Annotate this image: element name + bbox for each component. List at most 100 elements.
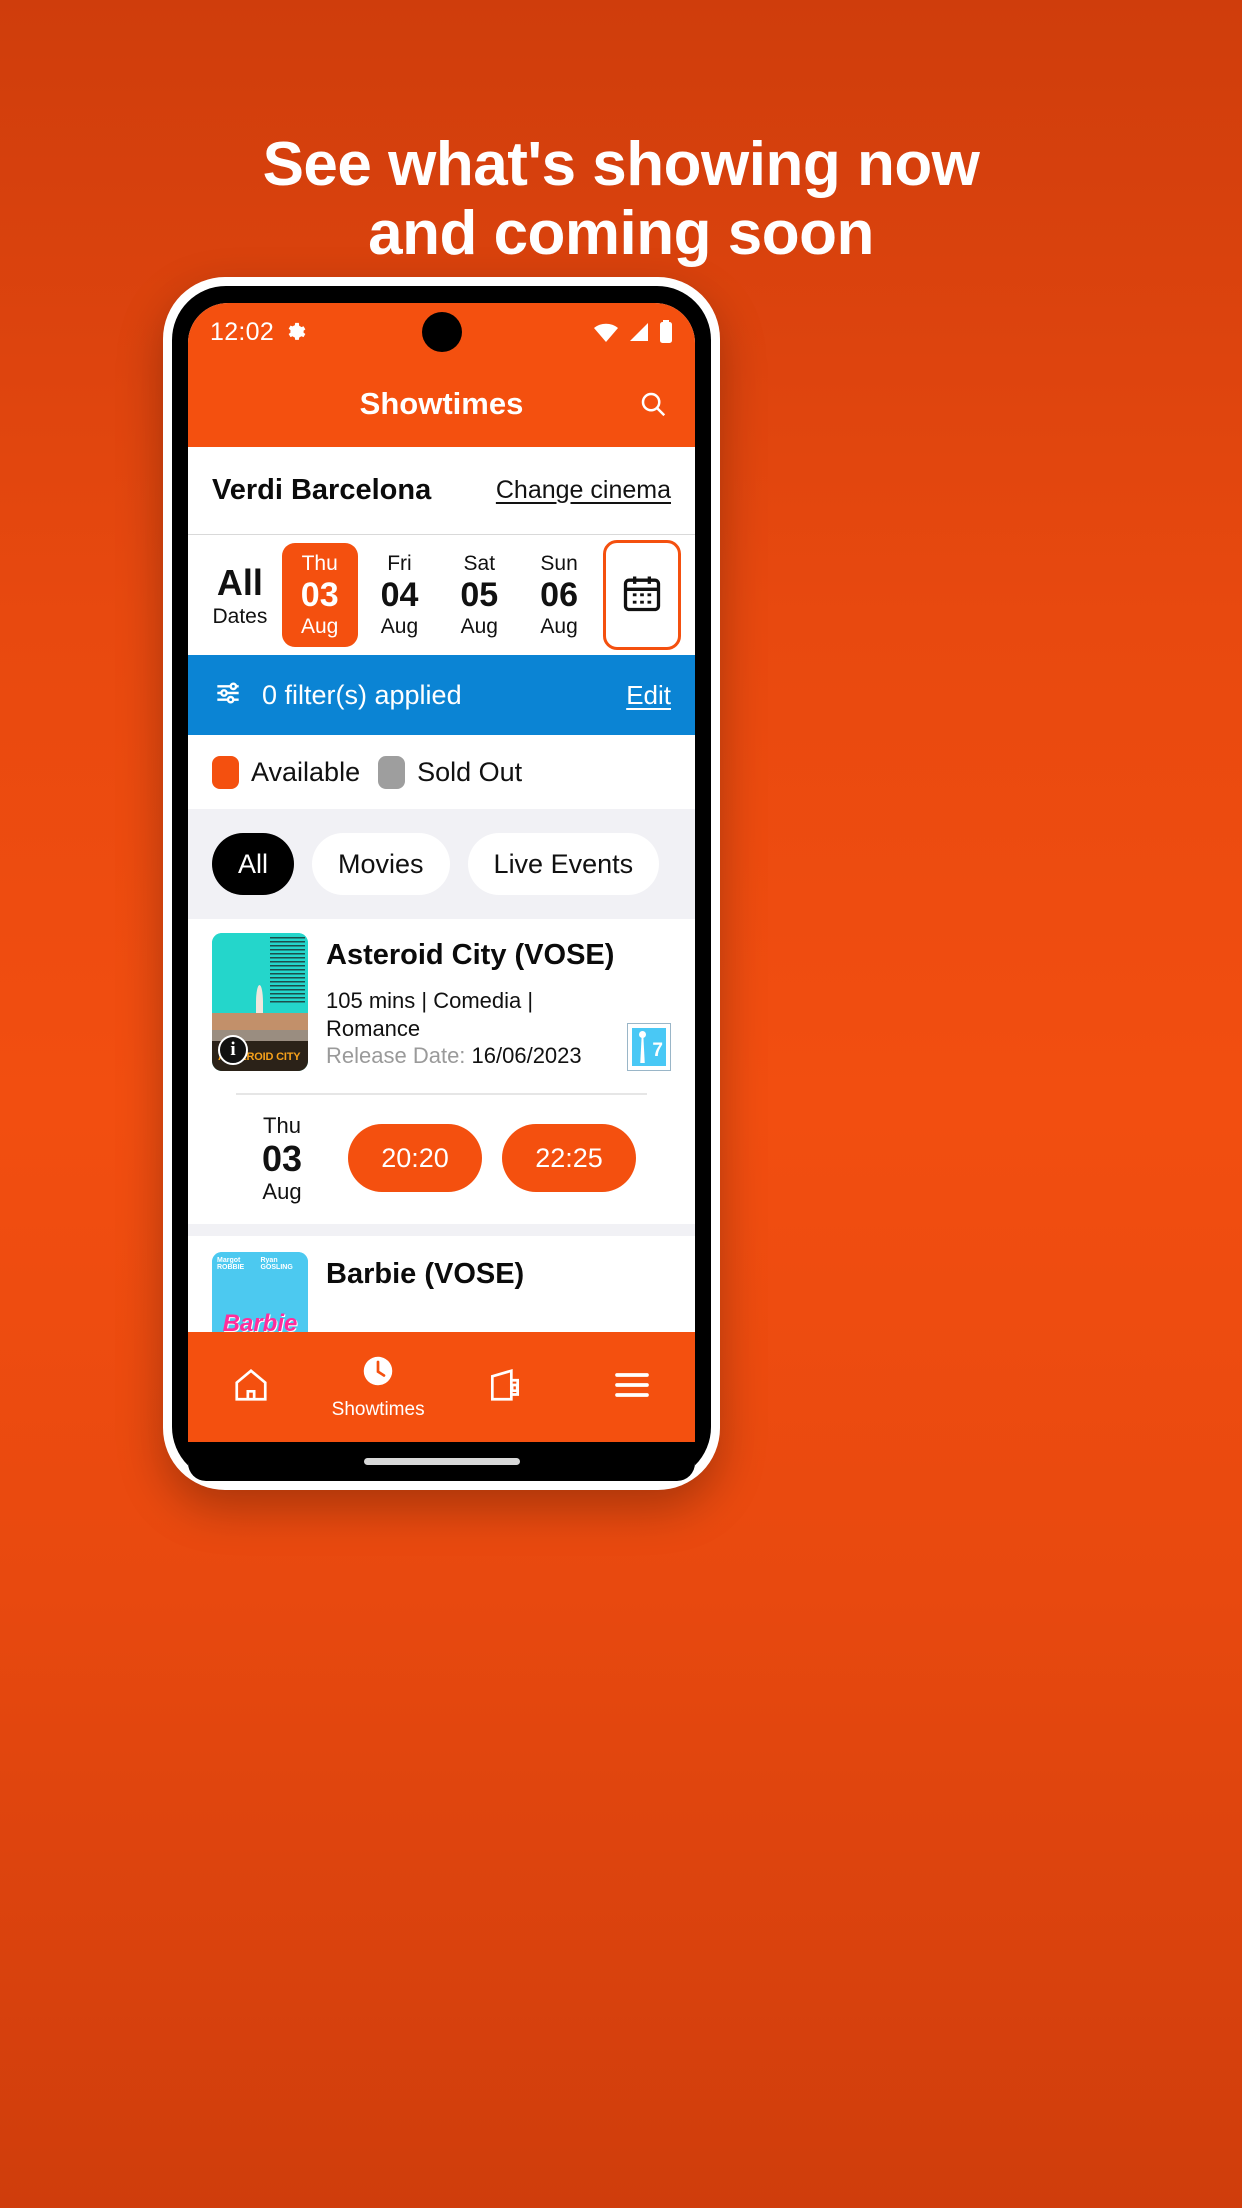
- search-icon[interactable]: [633, 384, 673, 424]
- cinema-row: Verdi Barcelona Change cinema: [188, 447, 695, 535]
- movie-title: Asteroid City (VOSE): [326, 939, 615, 971]
- date-chip-mon: Aug: [460, 615, 498, 639]
- filter-count-label: 0 filter(s) applied: [262, 679, 462, 710]
- movie-poster[interactable]: Margot ROBBIE Ryan GOSLING Barbie: [212, 1252, 308, 1333]
- date-chip-num: 05: [460, 575, 499, 614]
- showtime-pill[interactable]: 20:20: [348, 1124, 482, 1193]
- date-chip-num: 06: [540, 575, 578, 614]
- movie-meta: 105 mins | Comedia | Romance Release Dat…: [326, 987, 617, 1071]
- movie-info: Asteroid City (VOSE) 105 mins | Comedia …: [326, 933, 671, 1071]
- battery-icon: [659, 320, 673, 344]
- movie-card-barbie[interactable]: Margot ROBBIE Ryan GOSLING Barbie Barbie …: [188, 1236, 695, 1333]
- clock-icon: [360, 1353, 396, 1394]
- date-chip-dow: Fri: [387, 551, 412, 575]
- status-time: 12:02: [210, 317, 275, 346]
- sold-out-label: Sold Out: [417, 756, 523, 787]
- date-chip-dow: Sun: [540, 551, 578, 575]
- nav-item-menu[interactable]: [568, 1370, 695, 1405]
- list-separator: [188, 1224, 695, 1237]
- status-bar: 12:02: [188, 303, 695, 361]
- headline-line-1: See what's showing now: [262, 130, 980, 199]
- date-chip-thu-03[interactable]: Thu 03 Aug: [281, 543, 358, 647]
- tab-live-events[interactable]: Live Events: [467, 833, 660, 895]
- date-chip-sat-05[interactable]: Sat 05 Aug: [441, 543, 517, 647]
- showtime-date: Thu 03 Aug: [236, 1113, 328, 1205]
- release-prefix: Release Date:: [326, 1043, 472, 1069]
- app-bar: Showtimes: [188, 361, 695, 447]
- showtime-pills: 20:20 22:25: [348, 1124, 636, 1193]
- ticket-wallet-icon: [486, 1366, 524, 1409]
- bottom-navigation: Showtimes: [188, 1332, 695, 1443]
- status-bar-right: [593, 320, 673, 344]
- poster-title: Barbie: [222, 1310, 298, 1333]
- category-tabs: All Movies Live Events: [188, 809, 695, 919]
- date-chip-dow: Sat: [463, 551, 496, 575]
- rating-figure-body: [640, 1037, 645, 1063]
- date-chip-mon: Aug: [540, 615, 578, 639]
- movie-meta-wrap: 105 mins | Comedia | Romance Release Dat…: [326, 987, 671, 1071]
- filter-sliders-icon: [212, 677, 244, 714]
- movie-header: Margot ROBBIE Ryan GOSLING Barbie Barbie …: [212, 1252, 671, 1333]
- showtime-row: Thu 03 Aug 20:20 22:25: [212, 1095, 671, 1225]
- movie-list[interactable]: ASTEROID CITY i Asteroid City (VOSE) 105…: [188, 919, 695, 1333]
- date-chip-all[interactable]: All Dates: [202, 543, 278, 647]
- page-title: Showtimes: [359, 386, 524, 421]
- release-date: 16/06/2023: [471, 1043, 582, 1069]
- nav-item-tickets[interactable]: [442, 1366, 569, 1409]
- nav-item-home[interactable]: [188, 1366, 315, 1409]
- calendar-picker-button[interactable]: [602, 540, 681, 650]
- wifi-icon: [593, 321, 619, 343]
- nav-item-showtimes[interactable]: Showtimes: [315, 1353, 442, 1421]
- hamburger-menu-icon: [612, 1370, 652, 1405]
- front-camera-notch: [421, 312, 462, 352]
- age-rating-badge: 7: [627, 1023, 671, 1071]
- home-icon: [232, 1366, 270, 1409]
- movie-header: ASTEROID CITY i Asteroid City (VOSE) 105…: [212, 933, 671, 1071]
- gear-icon: [284, 321, 306, 343]
- date-chip-num: 04: [380, 575, 419, 614]
- gesture-bar[interactable]: [363, 1458, 520, 1466]
- date-chip-mon: Aug: [380, 615, 419, 639]
- movie-genre: 105 mins | Comedia | Romance: [326, 988, 534, 1041]
- phone-mockup: 12:02 Showtimes Verdi Barcelona Change c…: [163, 277, 720, 1490]
- date-chip-fri-04[interactable]: Fri 04 Aug: [362, 543, 438, 647]
- info-icon[interactable]: i: [218, 1035, 248, 1065]
- date-chip-num: 03: [300, 575, 339, 614]
- legend-item-available: Available: [212, 755, 361, 789]
- cellular-signal-icon: [628, 321, 650, 343]
- tab-movies[interactable]: Movies: [312, 833, 450, 895]
- showtime-dow: Thu: [263, 1112, 301, 1138]
- age-rating-inner: 7: [632, 1028, 666, 1066]
- showtime-pill[interactable]: 22:25: [502, 1124, 636, 1193]
- cinema-name: Verdi Barcelona: [212, 474, 432, 506]
- poster-credits: [270, 937, 305, 1004]
- age-rating-number: 7: [652, 1040, 663, 1061]
- availability-legend: Available Sold Out: [188, 735, 695, 809]
- promo-headline: See what's showing now and coming soon: [0, 130, 1242, 269]
- nav-label-showtimes: Showtimes: [331, 1399, 425, 1421]
- phone-bezel: 12:02 Showtimes Verdi Barcelona Change c…: [172, 286, 711, 1481]
- showtime-daynum: 03: [261, 1137, 303, 1179]
- legend-item-sold-out: Sold Out: [378, 755, 523, 789]
- tab-all[interactable]: All: [212, 833, 295, 895]
- rating-figure-head: [639, 1031, 646, 1038]
- movie-card-asteroid-city[interactable]: ASTEROID CITY i Asteroid City (VOSE) 105…: [188, 919, 695, 1225]
- phone-screen: 12:02 Showtimes Verdi Barcelona Change c…: [188, 303, 695, 1481]
- showtime-month: Aug: [262, 1179, 302, 1205]
- available-label: Available: [251, 756, 361, 787]
- movie-info: Barbie (VOSE): [326, 1252, 671, 1332]
- gesture-navigation-area: [188, 1442, 695, 1481]
- date-chip-sun-06[interactable]: Sun 06 Aug: [521, 543, 597, 647]
- available-swatch: [212, 755, 239, 789]
- date-chip-num: All: [216, 562, 263, 604]
- date-selector: All Dates Thu 03 Aug Fri 04 Aug Sat 05 A…: [188, 535, 695, 655]
- filter-bar[interactable]: 0 filter(s) applied Edit: [188, 655, 695, 735]
- date-chip-mon: Dates: [212, 604, 268, 628]
- movie-poster[interactable]: ASTEROID CITY i: [212, 933, 308, 1071]
- filter-edit-link[interactable]: Edit: [626, 680, 671, 711]
- poster-credits: Margot ROBBIE Ryan GOSLING: [217, 1257, 293, 1272]
- change-cinema-link[interactable]: Change cinema: [496, 476, 671, 505]
- date-chip-mon: Aug: [301, 615, 339, 639]
- movie-title: Barbie (VOSE): [326, 1258, 525, 1291]
- movie-release: Release Date: 16/06/2023: [326, 1042, 617, 1071]
